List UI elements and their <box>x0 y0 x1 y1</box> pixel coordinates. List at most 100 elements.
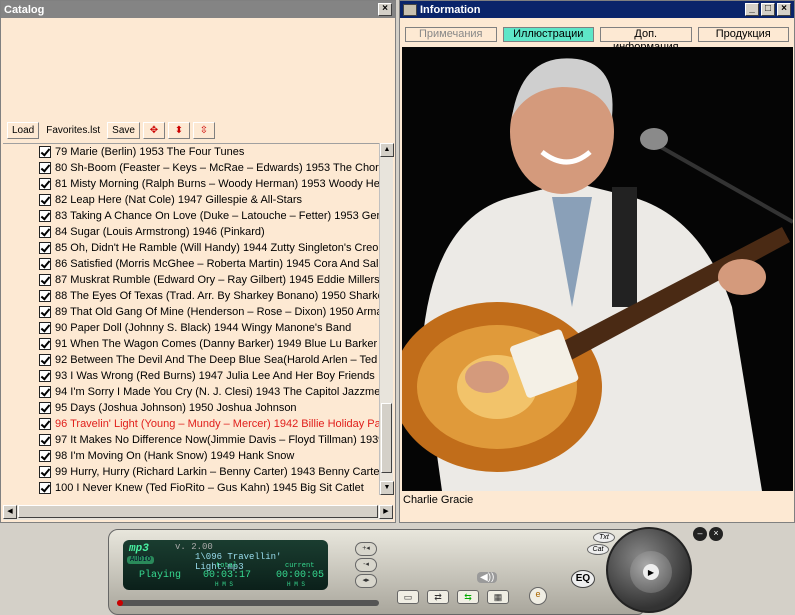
track-checkbox[interactable] <box>39 258 51 270</box>
speaker-icon[interactable]: ◀)) <box>477 572 498 583</box>
scroll-down-icon[interactable]: ▼ <box>380 481 394 495</box>
scroll-up-icon[interactable]: ▲ <box>380 143 394 157</box>
playlist-icon[interactable]: ▦ <box>487 590 509 604</box>
balance-icon[interactable]: ◂▸ <box>355 574 377 588</box>
track-checkbox[interactable] <box>39 370 51 382</box>
track-checkbox[interactable] <box>39 162 51 174</box>
info-title: Information <box>420 3 481 16</box>
photo-caption: Charlie Gracie <box>403 494 474 506</box>
info-titlebar[interactable]: Information _ □ × <box>400 1 794 18</box>
tab-extra-info[interactable]: Доп. информация <box>600 27 692 53</box>
track-checkbox[interactable] <box>39 322 51 334</box>
repeat-icon[interactable]: ⇄ <box>427 590 449 604</box>
vol-up-icon[interactable]: +◂ <box>355 542 377 556</box>
catalog-close-button[interactable]: × <box>378 3 392 16</box>
track-row[interactable]: 99 Hurry, Hurry (Richard Larkin – Benny … <box>3 464 380 480</box>
track-checkbox[interactable] <box>39 402 51 414</box>
track-title: 87 Muskrat Rumble (Edward Ory – Ray Gilb… <box>55 274 380 286</box>
play-icon[interactable]: ▶ <box>643 564 659 580</box>
tab-notes[interactable]: Примечания <box>405 27 497 42</box>
txt-button[interactable]: Txt <box>593 532 615 543</box>
load-button[interactable]: Load <box>7 121 40 139</box>
maximize-button[interactable]: □ <box>761 3 775 16</box>
tab-products[interactable]: Продукция <box>697 27 789 42</box>
seek-bar[interactable] <box>117 600 379 606</box>
scroll-thumb[interactable] <box>381 403 392 473</box>
track-title: 84 Sugar (Louis Armstrong) 1946 (Pinkard… <box>55 226 265 238</box>
track-row[interactable]: 94 I'm Sorry I Made You Cry (N. J. Clesi… <box>3 384 380 400</box>
track-checkbox[interactable] <box>39 210 51 222</box>
track-checkbox[interactable] <box>39 466 51 478</box>
track-checkbox[interactable] <box>39 226 51 238</box>
player-close-icon[interactable]: × <box>709 527 723 541</box>
hscroll-thumb[interactable] <box>18 505 378 518</box>
track-checkbox[interactable] <box>39 178 51 190</box>
track-checkbox[interactable] <box>39 450 51 462</box>
track-row[interactable]: 86 Satisfied (Morris McGhee – Roberta Ma… <box>3 256 380 272</box>
track-row[interactable]: 81 Misty Morning (Ralph Burns – Woody He… <box>3 176 380 192</box>
minimize-button[interactable]: _ <box>745 3 759 16</box>
track-row[interactable]: 83 Taking A Chance On Love (Duke – Latou… <box>3 208 380 224</box>
track-row[interactable]: 97 It Makes No Difference Now(Jimmie Dav… <box>3 432 380 448</box>
track-row[interactable]: 82 Leap Here (Nat Cole) 1947 Gillespie &… <box>3 192 380 208</box>
track-row[interactable]: 96 Travelin' Light (Young – Mundy – Merc… <box>3 416 380 432</box>
tab-illustrations[interactable]: Иллюстрации <box>502 27 594 42</box>
tracklist-hscrollbar[interactable]: ◀ ▶ <box>3 505 393 520</box>
track-checkbox[interactable] <box>39 290 51 302</box>
collapse-icon[interactable]: ⇳ <box>192 121 215 139</box>
info-tabs: Примечания Иллюстрации Доп. информация П… <box>405 27 789 53</box>
track-row[interactable]: 80 Sh-Boom (Feaster – Keys – McRae – Edw… <box>3 160 380 176</box>
track-row[interactable]: 91 When The Wagon Comes (Danny Barker) 1… <box>3 336 380 352</box>
track-row[interactable]: 95 Days (Joshua Johnson) 1950 Joshua Joh… <box>3 400 380 416</box>
track-title: 89 That Old Gang Of Mine (Henderson – Ro… <box>55 306 380 318</box>
track-checkbox[interactable] <box>39 146 51 158</box>
scroll-left-icon[interactable]: ◀ <box>3 505 17 519</box>
track-row[interactable]: 100 I Never Knew (Ted FioRito – Gus Kahn… <box>3 480 380 495</box>
track-row[interactable]: 93 I Was Wrong (Red Burns) 1947 Julia Le… <box>3 368 380 384</box>
move-all-icon[interactable]: ✥ <box>142 121 165 139</box>
track-title: 88 The Eyes Of Texas (Trad. Arr. By Shar… <box>55 290 380 302</box>
track-checkbox[interactable] <box>39 386 51 398</box>
track-row[interactable]: 85 Oh, Didn't He Ramble (Will Handy) 194… <box>3 240 380 256</box>
track-checkbox[interactable] <box>39 306 51 318</box>
total-time: 00:03:17 <box>203 570 252 581</box>
browser-icon[interactable]: e <box>529 587 547 605</box>
move-updown-icon[interactable]: ⬍ <box>167 121 190 139</box>
track-row[interactable]: 87 Muskrat Rumble (Edward Ory – Ray Gilb… <box>3 272 380 288</box>
info-close-button[interactable]: × <box>777 3 791 16</box>
track-checkbox[interactable] <box>39 418 51 430</box>
track-row[interactable]: 89 That Old Gang Of Mine (Henderson – Ro… <box>3 304 380 320</box>
catalog-toolbar: Load Favorites.lst Save ✥ ⬍ ⇳ <box>3 119 393 141</box>
track-checkbox[interactable] <box>39 354 51 366</box>
track-title: 96 Travelin' Light (Young – Mundy – Merc… <box>55 418 380 430</box>
track-checkbox[interactable] <box>39 194 51 206</box>
track-checkbox[interactable] <box>39 242 51 254</box>
cat-button[interactable]: Cat <box>587 544 609 555</box>
track-row[interactable]: 92 Between The Devil And The Deep Blue S… <box>3 352 380 368</box>
playback-status: Playing <box>139 570 182 581</box>
track-title: 79 Marie (Berlin) 1953 The Four Tunes <box>55 146 245 158</box>
track-checkbox[interactable] <box>39 338 51 350</box>
playlist-filename: Favorites.lst <box>46 124 101 136</box>
track-row[interactable]: 84 Sugar (Louis Armstrong) 1946 (Pinkard… <box>3 224 380 240</box>
track-title: 93 I Was Wrong (Red Burns) 1947 Julia Le… <box>55 370 375 382</box>
save-button[interactable]: Save <box>107 121 140 139</box>
open-file-icon[interactable]: ▭ <box>397 590 419 604</box>
vol-down-icon[interactable]: -◂ <box>355 558 377 572</box>
track-row[interactable]: 90 Paper Doll (Johnny S. Black) 1944 Win… <box>3 320 380 336</box>
player-minimize-icon[interactable]: – <box>693 527 707 541</box>
shuffle-icon[interactable]: ⇆ <box>457 590 479 604</box>
eq-button[interactable]: EQ <box>571 570 595 588</box>
track-row[interactable]: 79 Marie (Berlin) 1953 The Four Tunes <box>3 144 380 160</box>
scroll-right-icon[interactable]: ▶ <box>379 505 393 519</box>
track-row[interactable]: 98 I'm Moving On (Hank Snow) 1949 Hank S… <box>3 448 380 464</box>
player-body: mp3 AUDIO v. 2.00 1\096 Travellin' Light… <box>108 529 644 615</box>
catalog-titlebar[interactable]: Catalog × <box>1 1 395 18</box>
current-label: current <box>285 562 315 570</box>
track-checkbox[interactable] <box>39 434 51 446</box>
tracklist-vscrollbar[interactable]: ▲ ▼ <box>379 143 394 495</box>
transport-wheel[interactable]: ▶ <box>606 527 692 613</box>
track-checkbox[interactable] <box>39 274 51 286</box>
track-checkbox[interactable] <box>39 482 51 494</box>
track-row[interactable]: 88 The Eyes Of Texas (Trad. Arr. By Shar… <box>3 288 380 304</box>
